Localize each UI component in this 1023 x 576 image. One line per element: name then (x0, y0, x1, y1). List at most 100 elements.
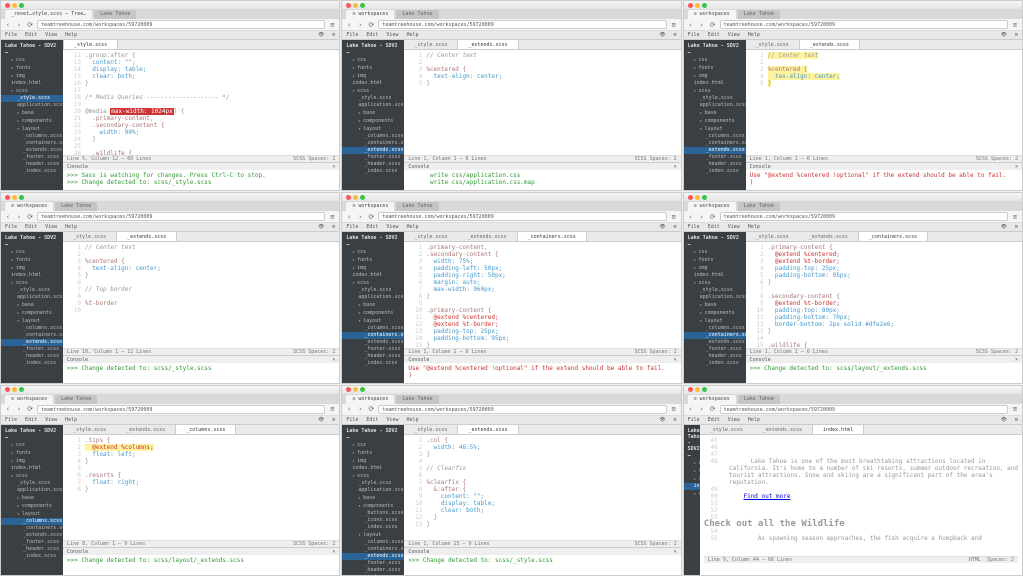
browser-tab-lake[interactable]: Lake Tahoe (396, 395, 438, 404)
tree-components[interactable]: components (684, 309, 746, 317)
menu-file[interactable]: File (688, 417, 700, 423)
reload-icon[interactable]: ⟳ (709, 213, 717, 221)
menu-view[interactable]: View (386, 224, 398, 230)
browser-tab-lake[interactable]: Lake Tahoe (55, 395, 97, 404)
tree-containers[interactable]: _containers.scss (1, 140, 63, 147)
console-header[interactable]: Console× (746, 162, 1022, 170)
tree-columns[interactable]: _columns.scss (342, 539, 404, 546)
menu-icon[interactable]: ≡ (328, 405, 336, 413)
browser-tab-active[interactable]: ≡ workspaces (688, 202, 736, 211)
settings-icon[interactable]: ⚙ (1015, 224, 1018, 230)
forward-icon[interactable]: › (356, 405, 364, 413)
forward-icon[interactable]: › (698, 405, 706, 413)
close-icon[interactable]: × (332, 548, 335, 555)
settings-icon[interactable]: ⚙ (1015, 32, 1018, 38)
reload-icon[interactable]: ⟳ (26, 213, 34, 221)
url-field[interactable]: teamtreehouse.com/workspaces/59720009 (37, 212, 325, 221)
tree-scss[interactable]: scss (684, 279, 746, 287)
menu-help[interactable]: Help (748, 417, 760, 423)
tree-base[interactable]: base (342, 301, 404, 309)
tree-fonts[interactable]: fonts (342, 256, 404, 264)
tree-style[interactable]: _style.scss (342, 480, 404, 487)
forward-icon[interactable]: › (698, 213, 706, 221)
tree-style[interactable]: _style.scss (684, 498, 700, 505)
tree-style[interactable]: _style.scss (1, 287, 63, 294)
tree-containers[interactable]: _containers.scss (684, 140, 746, 147)
browser-tab-active[interactable]: ≡ workspaces (346, 395, 394, 404)
tree-columns[interactable]: _columns.scss (1, 133, 63, 140)
back-icon[interactable]: ‹ (4, 405, 12, 413)
tree-index_scss[interactable]: _index.scss (1, 168, 63, 175)
tree-extends[interactable]: _extends.scss (342, 339, 404, 346)
console-header[interactable]: Console× (746, 355, 1022, 363)
tree-extends[interactable]: _extends.scss (1, 147, 63, 154)
back-icon[interactable]: ‹ (4, 213, 12, 221)
menu-file[interactable]: File (5, 32, 17, 38)
tree-containers[interactable]: _containers.scss (684, 564, 700, 571)
tab-extends[interactable]: _extends.scss (457, 232, 516, 241)
settings-icon[interactable]: ⚙ (674, 417, 677, 423)
tree-index_scss[interactable]: _index.scss (342, 168, 404, 175)
tree-scss[interactable]: scss (684, 490, 700, 498)
menu-icon[interactable]: ≡ (1011, 213, 1019, 221)
close-icon[interactable]: × (674, 356, 677, 363)
url-field[interactable]: teamtreehouse.com/workspaces/59720009 (720, 20, 1008, 29)
tree-header[interactable]: _header.scss (342, 353, 404, 360)
tree-footer[interactable]: _footer.scss (342, 346, 404, 353)
tree-index_scss[interactable]: _index.scss (342, 524, 404, 531)
tree-index_scss[interactable]: _index.scss (1, 360, 63, 367)
tab-style[interactable]: _style.scss (63, 425, 116, 434)
tree-css[interactable]: css (1, 441, 63, 449)
traffic-lights[interactable] (346, 195, 365, 200)
tree-application[interactable]: application.scss (342, 294, 404, 301)
menu-view[interactable]: View (386, 417, 398, 423)
tree-layout[interactable]: layout (684, 317, 746, 325)
tree-index[interactable]: index.html (1, 465, 63, 472)
menu-edit[interactable]: Edit (25, 224, 37, 230)
tree-components[interactable]: components (1, 502, 63, 510)
settings-icon[interactable]: ⚙ (332, 224, 335, 230)
tree-buttons[interactable]: _buttons.scss (684, 528, 700, 535)
settings-icon[interactable]: ⚙ (674, 32, 677, 38)
tree-fonts[interactable]: fonts (342, 64, 404, 72)
tree-components[interactable]: components (342, 502, 404, 510)
traffic-lights[interactable] (346, 387, 365, 392)
tab-style[interactable]: _style.scss (746, 232, 799, 241)
tree-application[interactable]: application.scss (342, 102, 404, 109)
reload-icon[interactable]: ⟳ (367, 405, 375, 413)
tree-application[interactable]: application.scss (1, 102, 63, 109)
back-icon[interactable]: ‹ (687, 405, 695, 413)
tree-fonts[interactable]: fonts (684, 256, 746, 264)
tree-css[interactable]: css (342, 441, 404, 449)
menu-view[interactable]: View (386, 32, 398, 38)
tab-style[interactable]: _style.scss (404, 40, 457, 49)
tree-style[interactable]: _style.scss (684, 287, 746, 294)
code-editor[interactable]: 1.col {2 width: 46.5%;3}45// Clearfix67%… (404, 435, 680, 540)
menu-edit[interactable]: Edit (25, 417, 37, 423)
tree-application[interactable]: application.scss (684, 505, 700, 512)
tree-components[interactable]: components (342, 309, 404, 317)
tab-style[interactable]: _style.scss (700, 425, 753, 434)
tree-css[interactable]: css (342, 248, 404, 256)
url-field[interactable]: teamtreehouse.com/workspaces/59720009 (37, 20, 325, 29)
reload-icon[interactable]: ⟳ (709, 21, 717, 29)
tree-components[interactable]: components (1, 309, 63, 317)
preview-icon[interactable]: 👁 (659, 417, 665, 423)
reload-icon[interactable]: ⟳ (26, 21, 34, 29)
tree-scss[interactable]: scss (1, 472, 63, 480)
tree-base[interactable]: base (684, 512, 700, 520)
tree-base[interactable]: base (1, 494, 63, 502)
tree-header[interactable]: _header.scss (342, 567, 404, 574)
tree-img[interactable]: img (684, 264, 746, 272)
tree-components[interactable]: components (1, 117, 63, 125)
tree-css[interactable]: css (684, 459, 700, 467)
tree-header[interactable]: _header.scss (684, 161, 746, 168)
tree-components[interactable]: components (342, 117, 404, 125)
tree-layout[interactable]: layout (1, 317, 63, 325)
settings-icon[interactable]: ⚙ (1015, 417, 1018, 423)
menu-view[interactable]: View (728, 417, 740, 423)
preview-icon[interactable]: 👁 (318, 32, 324, 38)
tree-index[interactable]: index.html (342, 465, 404, 472)
tree-scss[interactable]: scss (684, 87, 746, 95)
tree-application[interactable]: application.scss (1, 487, 63, 494)
